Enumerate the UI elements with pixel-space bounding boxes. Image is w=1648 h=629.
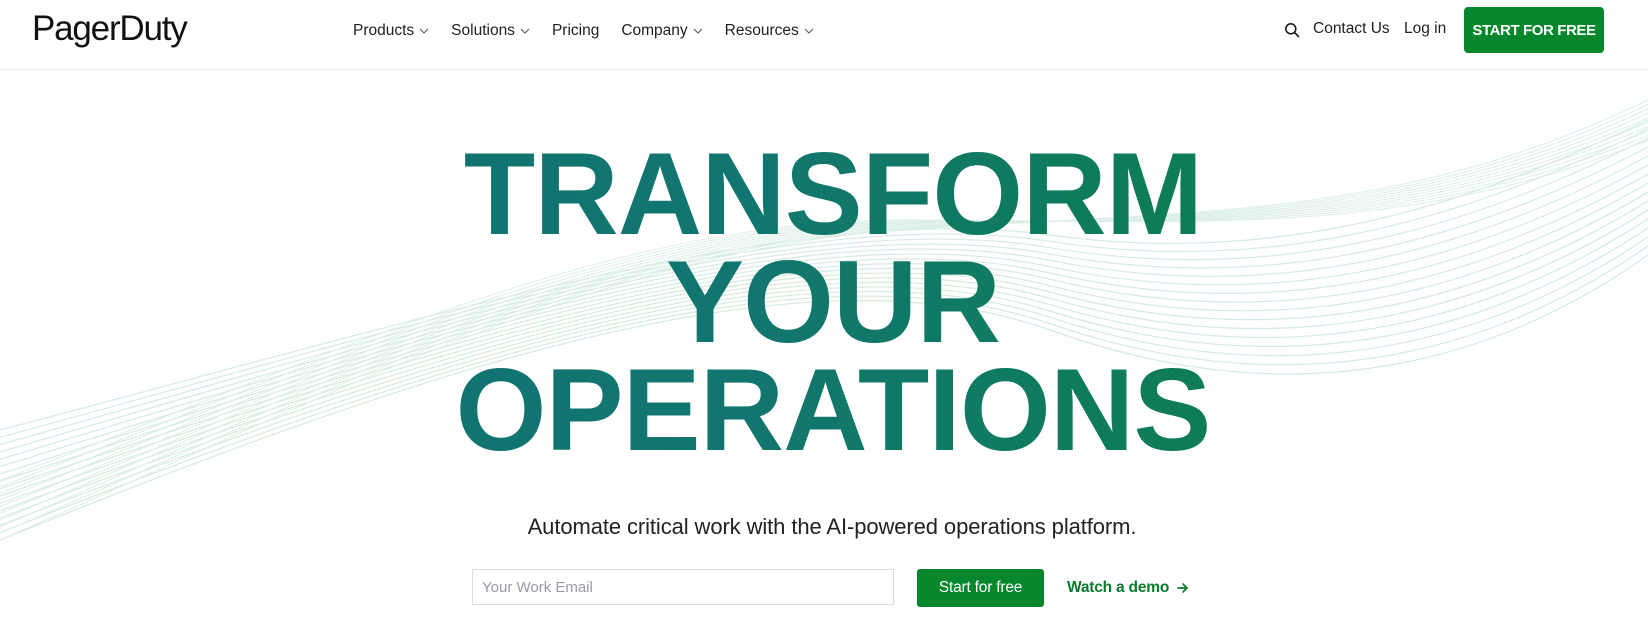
work-email-input[interactable] (472, 569, 894, 605)
nav-item-solutions[interactable]: Solutions (451, 19, 530, 43)
site-header: PagerDuty Products Solutions Pricing Com… (0, 0, 1648, 70)
chevron-down-icon (693, 28, 703, 34)
contact-us-link[interactable]: Contact Us (1313, 20, 1390, 38)
headline-line-1: TRANSFORM (0, 135, 1648, 252)
nav-item-label: Pricing (551, 22, 600, 39)
chevron-down-icon (804, 28, 814, 34)
watch-demo-link[interactable]: Watch a demo (1067, 579, 1189, 597)
nav-item-pricing[interactable]: Pricing (552, 19, 599, 43)
nav-item-products[interactable]: Products (353, 19, 429, 43)
pagerduty-logo[interactable]: PagerDuty (32, 9, 188, 49)
nav-item-label: Resources (724, 22, 799, 39)
search-icon[interactable] (1284, 22, 1300, 38)
start-for-free-form-button[interactable]: Start for free (917, 569, 1044, 607)
login-link[interactable]: Log in (1404, 20, 1446, 38)
arrow-right-icon (1177, 583, 1188, 593)
watch-demo-label: Watch a demo (1067, 579, 1170, 596)
nav-item-label: Products (353, 22, 415, 39)
chevron-down-icon (520, 28, 530, 34)
hero-subtitle: Automate critical work with the AI-power… (527, 514, 1137, 539)
start-for-free-button[interactable]: START FOR FREE (1464, 7, 1604, 53)
nav-item-company[interactable]: Company (621, 19, 703, 43)
nav-item-label: Company (621, 22, 688, 39)
hero-headline: TRANSFORM YOUR OPERATIONS (0, 135, 1648, 468)
nav-item-label: Solutions (451, 22, 515, 39)
headline-line-3: OPERATIONS (0, 351, 1648, 468)
nav-item-resources[interactable]: Resources (725, 19, 814, 43)
headline-line-2: YOUR (0, 243, 1648, 360)
main-nav: Products Solutions Pricing Company Resou… (353, 19, 836, 43)
chevron-down-icon (419, 28, 429, 34)
